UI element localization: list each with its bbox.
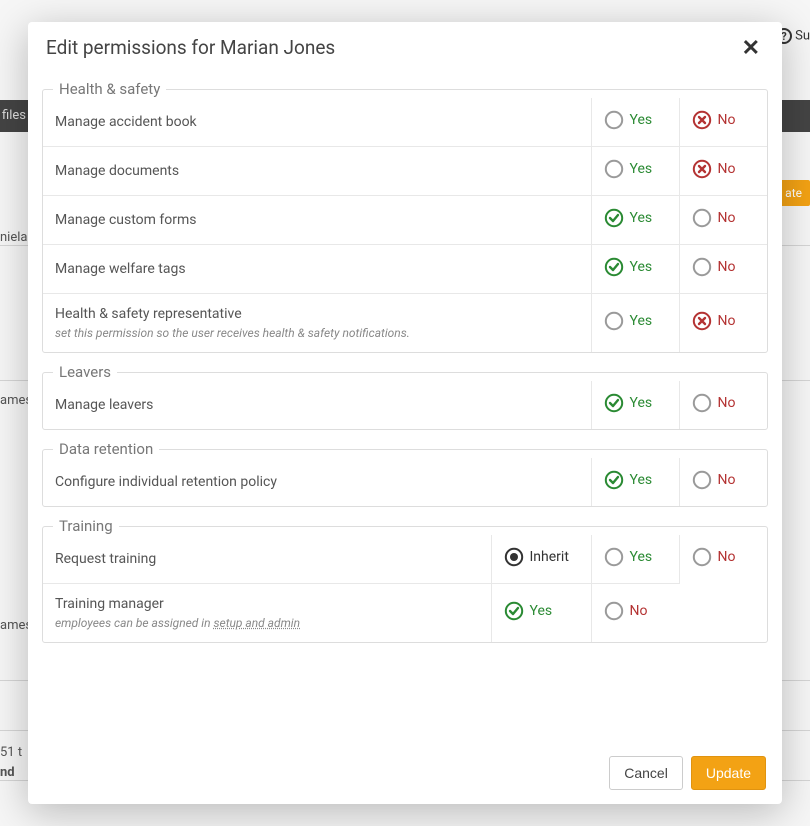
option-inherit[interactable]: Inherit <box>504 547 569 567</box>
option-yes[interactable]: Yes <box>604 311 653 331</box>
option-no[interactable]: No <box>692 208 736 228</box>
option-label: No <box>718 210 736 226</box>
group-legend: Health & safety <box>53 80 166 98</box>
permission-label: Manage accident book <box>55 114 579 130</box>
permission-group: Data retentionConfigure individual reten… <box>42 440 768 507</box>
update-button[interactable]: Update <box>691 756 766 790</box>
option-no[interactable]: No <box>692 159 736 179</box>
permission-label: Configure individual retention policy <box>55 474 579 490</box>
group-legend: Leavers <box>53 363 117 381</box>
option-no[interactable]: No <box>692 470 736 490</box>
permission-row: Manage custom forms Yes No <box>43 196 767 245</box>
close-icon[interactable]: ✕ <box>738 36 764 62</box>
permission-label: Request training <box>55 551 479 567</box>
option-label: Yes <box>630 112 653 128</box>
permission-label: Manage welfare tags <box>55 261 579 277</box>
permission-label: Training manager <box>55 596 479 612</box>
option-no[interactable]: No <box>692 547 736 567</box>
option-label: No <box>718 472 736 488</box>
permission-row: Request training Inherit Yes No <box>43 535 767 584</box>
permission-row: Manage documents Yes No <box>43 147 767 196</box>
option-yes[interactable]: Yes <box>604 110 653 130</box>
option-yes[interactable]: Yes <box>604 159 653 179</box>
option-label: Yes <box>630 259 653 275</box>
permission-row: Manage welfare tags Yes No <box>43 245 767 294</box>
permission-row: Configure individual retention policy Ye… <box>43 458 767 506</box>
group-legend: Training <box>53 517 119 535</box>
option-label: No <box>718 161 736 177</box>
option-no[interactable]: No <box>692 393 736 413</box>
option-label: Yes <box>630 161 653 177</box>
option-label: No <box>718 549 736 565</box>
option-yes[interactable]: Yes <box>604 393 653 413</box>
permission-desc: set this permission so the user receives… <box>55 326 579 340</box>
modal-title: Edit permissions for Marian Jones <box>46 36 738 59</box>
option-yes[interactable]: Yes <box>604 208 653 228</box>
option-no[interactable]: No <box>692 257 736 277</box>
permission-group: LeaversManage leavers Yes No <box>42 363 768 430</box>
option-label: Yes <box>630 549 653 565</box>
option-label: Yes <box>630 313 653 329</box>
option-label: No <box>718 313 736 329</box>
option-label: Yes <box>630 472 653 488</box>
option-label: No <box>718 395 736 411</box>
option-yes[interactable]: Yes <box>604 547 653 567</box>
permission-desc: employees can be assigned in setup and a… <box>55 616 479 630</box>
cancel-button[interactable]: Cancel <box>609 756 683 790</box>
option-label: Inherit <box>530 549 569 565</box>
modal-body: Health & safetyManage accident book Yes … <box>28 70 782 746</box>
option-yes[interactable]: Yes <box>604 470 653 490</box>
option-label: Yes <box>530 603 553 619</box>
option-label: Yes <box>630 395 653 411</box>
group-legend: Data retention <box>53 440 159 458</box>
permission-label: Health & safety representative <box>55 306 579 322</box>
setup-admin-link[interactable]: setup and admin <box>214 616 301 630</box>
option-no[interactable]: No <box>604 601 648 621</box>
option-label: Yes <box>630 210 653 226</box>
permission-row: Health & safety representative set this p… <box>43 294 767 353</box>
option-no[interactable]: No <box>692 110 736 130</box>
permission-row: Manage accident book Yes No <box>43 98 767 147</box>
permission-row: Manage leavers Yes No <box>43 381 767 429</box>
bg-button[interactable]: ate <box>777 180 810 206</box>
option-no[interactable]: No <box>692 311 736 331</box>
option-label: No <box>718 259 736 275</box>
option-yes[interactable]: Yes <box>604 257 653 277</box>
permission-group: Health & safetyManage accident book Yes … <box>42 80 768 353</box>
permission-label: Manage documents <box>55 163 579 179</box>
option-yes[interactable]: Yes <box>504 601 553 621</box>
permission-group: TrainingRequest training Inherit Yes No … <box>42 517 768 643</box>
edit-permissions-modal: Edit permissions for Marian Jones ✕ Heal… <box>28 22 782 804</box>
permission-row: Training manager employees can be assigne… <box>43 584 767 643</box>
option-label: No <box>630 603 648 619</box>
permission-label: Manage leavers <box>55 397 579 413</box>
permission-label: Manage custom forms <box>55 212 579 228</box>
svg-text:?: ? <box>781 30 787 43</box>
option-label: No <box>718 112 736 128</box>
